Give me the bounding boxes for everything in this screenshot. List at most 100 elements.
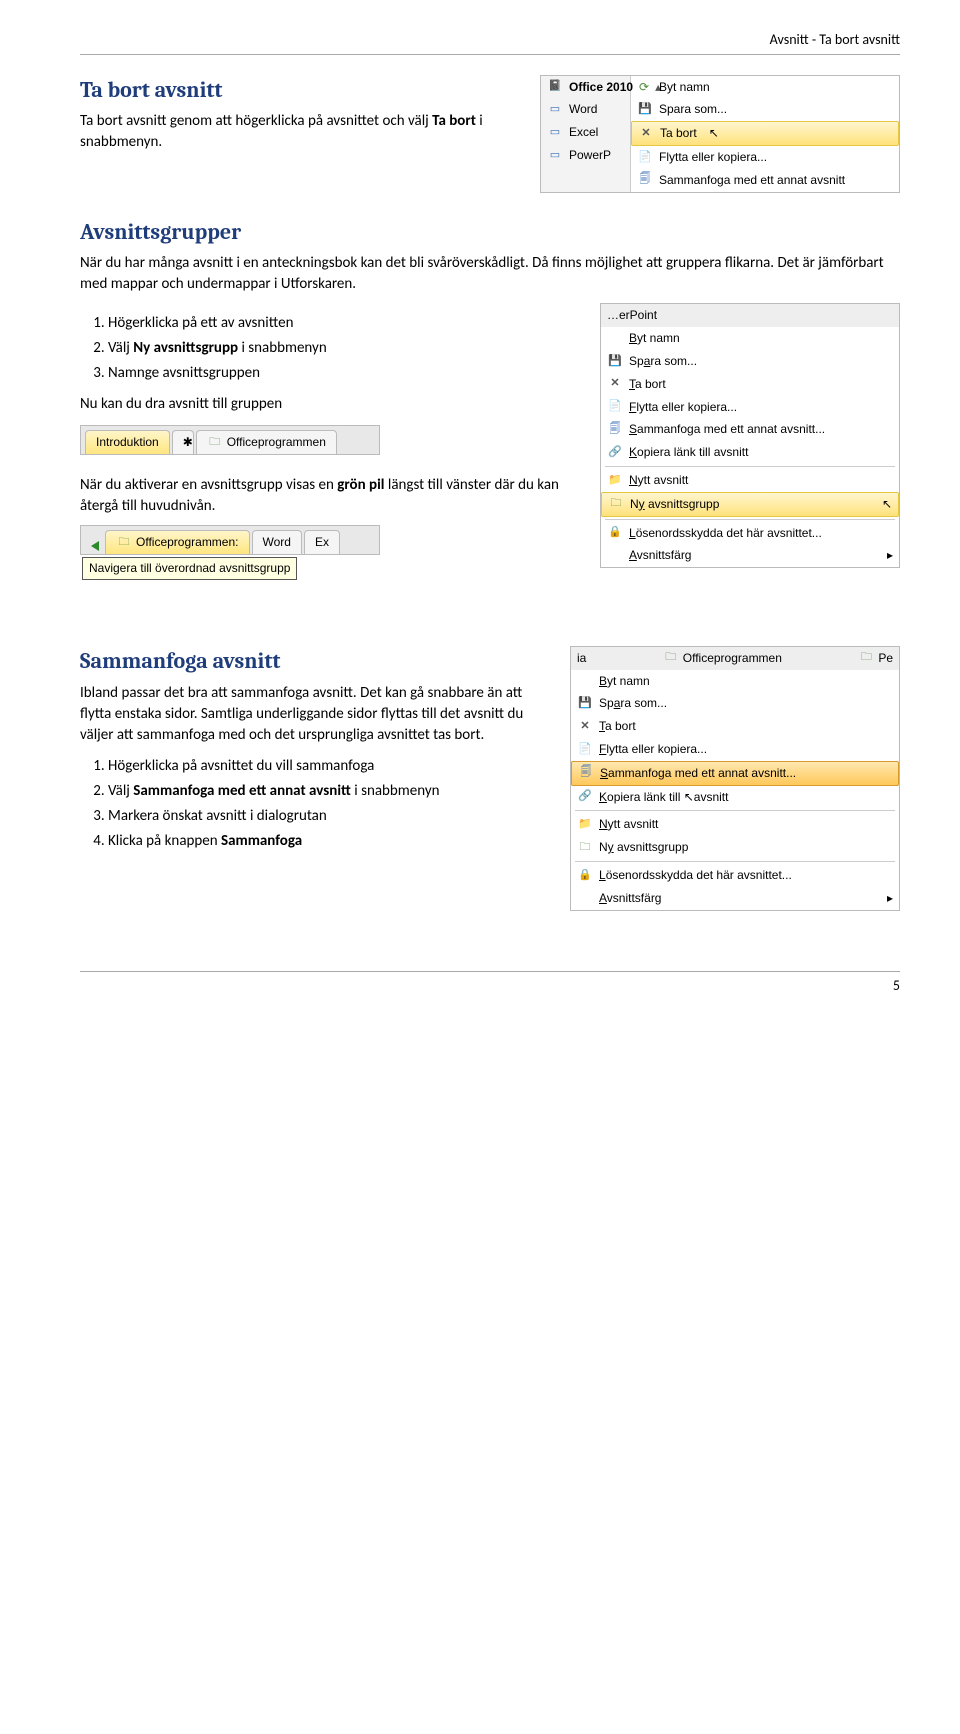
menu-rename[interactable]: Byt namn [571, 670, 899, 693]
link-icon: 🔗 [607, 445, 623, 461]
cursor-icon: ↖ [680, 790, 693, 804]
merge-icon: 🗐 [637, 172, 653, 188]
menu-copylink[interactable]: 🔗Kopiera länk till avsnitt [601, 441, 899, 464]
step-item: Klicka på knappen Sammanfoga [108, 831, 550, 852]
page-footer: 5 [80, 971, 900, 996]
menu-merge[interactable]: 🗐Sammanfoga med ett annat avsnitt [631, 169, 899, 192]
newsection-icon: 📁 [577, 817, 593, 833]
menu-color[interactable]: Avsnittsfärg▸ [571, 887, 899, 910]
menu-merge[interactable]: 🗐Sammanfoga med ett annat avsnitt... [571, 761, 899, 786]
menu-move[interactable]: 📄Flytta eller kopiera... [601, 396, 899, 419]
nav-tooltip: Navigera till överordnad avsnittsgrupp [82, 557, 297, 580]
tab-word[interactable]: Word [252, 530, 302, 554]
step-item: Markera önskat avsnitt i dialogrutan [108, 806, 550, 827]
group-icon: 🗀 [207, 435, 223, 451]
section1-body: Ta bort avsnitt genom att högerklicka på… [80, 111, 520, 153]
move-icon: 📄 [577, 741, 593, 757]
group-icon: 🗀 [608, 496, 624, 512]
page-number: 5 [893, 977, 900, 994]
cursor-icon: ↖ [709, 125, 719, 142]
blank-icon [607, 548, 623, 564]
move-icon: 📄 [637, 149, 653, 165]
group-icon: 🗀 [858, 650, 874, 666]
menu-rename[interactable]: Byt namn [631, 76, 899, 99]
section-title-groups: Avsnittsgrupper [80, 217, 900, 248]
step-item: Välj Sammanfoga med ett annat avsnitt i … [108, 781, 550, 802]
menu-newgroup[interactable]: 🗀Ny avsnittsgrupp [571, 836, 899, 859]
blank-icon [607, 331, 623, 347]
blank-icon [637, 79, 653, 95]
newsection-icon: 📁 [607, 472, 623, 488]
menu-protect[interactable]: 🔒Lösenordsskydda det här avsnittet... [571, 864, 899, 887]
menu-delete[interactable]: ✕Ta bort [601, 373, 899, 396]
menu-delete[interactable]: ✕Ta bort↖ [631, 121, 899, 146]
screenshot-merge-menu: ia 🗀Officeprogrammen 🗀Pe Byt namn 💾Spara… [570, 646, 900, 911]
section2-p3: När du aktiverar en avsnittsgrupp visas … [80, 475, 580, 517]
tab-group-open[interactable]: 🗀Officeprogrammen: [105, 530, 250, 554]
menu-newgroup[interactable]: 🗀Ny avsnittsgrupp↖ [601, 492, 899, 517]
nav-office: 📓Office 2010⟳▴ [541, 76, 630, 99]
save-icon: 💾 [577, 696, 593, 712]
group-icon: 🗀 [116, 535, 132, 551]
tabs-screenshot-1: Introduktion ✱ 🗀Officeprogrammen [80, 425, 380, 455]
cursor-icon: ↖ [882, 496, 892, 513]
nav-word[interactable]: ▭Word [541, 98, 630, 121]
tabhead: …erPoint [601, 304, 899, 327]
menu-saveas[interactable]: 💾Spara som... [601, 350, 899, 373]
menu-newsec[interactable]: 📁Nytt avsnitt [601, 469, 899, 492]
green-arrow-icon [91, 541, 99, 551]
menu-protect[interactable]: 🔒Lösenordsskydda det här avsnittet... [601, 522, 899, 545]
section-icon: ▭ [547, 147, 563, 163]
tab-ex[interactable]: Ex [304, 530, 340, 554]
menu-delete[interactable]: ✕Ta bort [571, 715, 899, 738]
menu-newsec[interactable]: 📁Nytt avsnitt [571, 813, 899, 836]
screenshot-group-menu: …erPoint Byt namn 💾Spara som... ✕Ta bort… [600, 303, 900, 568]
tab-spacer: ✱ [172, 430, 194, 454]
menu-copylink[interactable]: 🔗Kopiera länk till ↖avsnitt [571, 786, 899, 809]
link-icon: 🔗 [577, 789, 593, 805]
lock-icon: 🔒 [607, 525, 623, 541]
menu-move[interactable]: 📄Flytta eller kopiera... [571, 738, 899, 761]
menu-color[interactable]: Avsnittsfärg▸ [601, 544, 899, 567]
submenu-arrow-icon: ▸ [887, 890, 893, 907]
section-title-merge: Sammanfoga avsnitt [80, 646, 550, 677]
breadcrumb: Avsnitt - Ta bort avsnitt [770, 31, 900, 48]
menu-saveas[interactable]: 💾Spara som... [631, 98, 899, 121]
menu-move[interactable]: 📄Flytta eller kopiera... [631, 146, 899, 169]
step-item: Högerklicka på avsnittet du vill sammanf… [108, 756, 550, 777]
merge-icon: 🗐 [578, 765, 594, 781]
section3-p1: Ibland passar det bra att sammanfoga avs… [80, 683, 550, 746]
section2-p2: Nu kan du dra avsnitt till gruppen [80, 394, 580, 415]
menu-rename[interactable]: Byt namn [601, 327, 899, 350]
menu-merge[interactable]: 🗐Sammanfoga med ett annat avsnitt... [601, 418, 899, 441]
save-icon: 💾 [637, 102, 653, 118]
group-icon: 🗀 [577, 840, 593, 856]
tab-header: ia 🗀Officeprogrammen 🗀Pe [571, 647, 899, 670]
tab-group-officeprogrammen[interactable]: 🗀Officeprogrammen [196, 430, 337, 454]
step-item: Namnge avsnittsgruppen [108, 363, 580, 384]
move-icon: 📄 [607, 399, 623, 415]
blank-icon [577, 673, 593, 689]
tab-introduktion[interactable]: Introduktion [85, 430, 170, 454]
screenshot-delete-menu: 📓Office 2010⟳▴ ▭Word ▭Excel ▭PowerP Byt … [540, 75, 900, 193]
save-icon: 💾 [607, 353, 623, 369]
nav-up-button[interactable] [85, 538, 105, 554]
delete-icon: ✕ [638, 126, 654, 142]
section-icon: ▭ [547, 125, 563, 141]
section3-steps: Högerklicka på avsnittet du vill sammanf… [108, 756, 550, 852]
merge-icon: 🗐 [607, 422, 623, 438]
step-item: Högerklicka på ett av avsnitten [108, 313, 580, 334]
tabs-screenshot-2: 🗀Officeprogrammen: Word Ex Navigera till… [80, 525, 380, 580]
nav-excel[interactable]: ▭Excel [541, 121, 630, 144]
lock-icon: 🔒 [577, 867, 593, 883]
section-icon: ▭ [547, 102, 563, 118]
group-icon: 🗀 [663, 650, 679, 666]
nav-powerp[interactable]: ▭PowerP [541, 144, 630, 167]
step-item: Välj Ny avsnittsgrupp i snabbmenyn [108, 338, 580, 359]
menu-saveas[interactable]: 💾Spara som... [571, 692, 899, 715]
submenu-arrow-icon: ▸ [887, 547, 893, 564]
book-icon: 📓 [547, 79, 563, 95]
delete-icon: ✕ [607, 376, 623, 392]
section-title-delete: Ta bort avsnitt [80, 75, 520, 106]
blank-icon [577, 890, 593, 906]
